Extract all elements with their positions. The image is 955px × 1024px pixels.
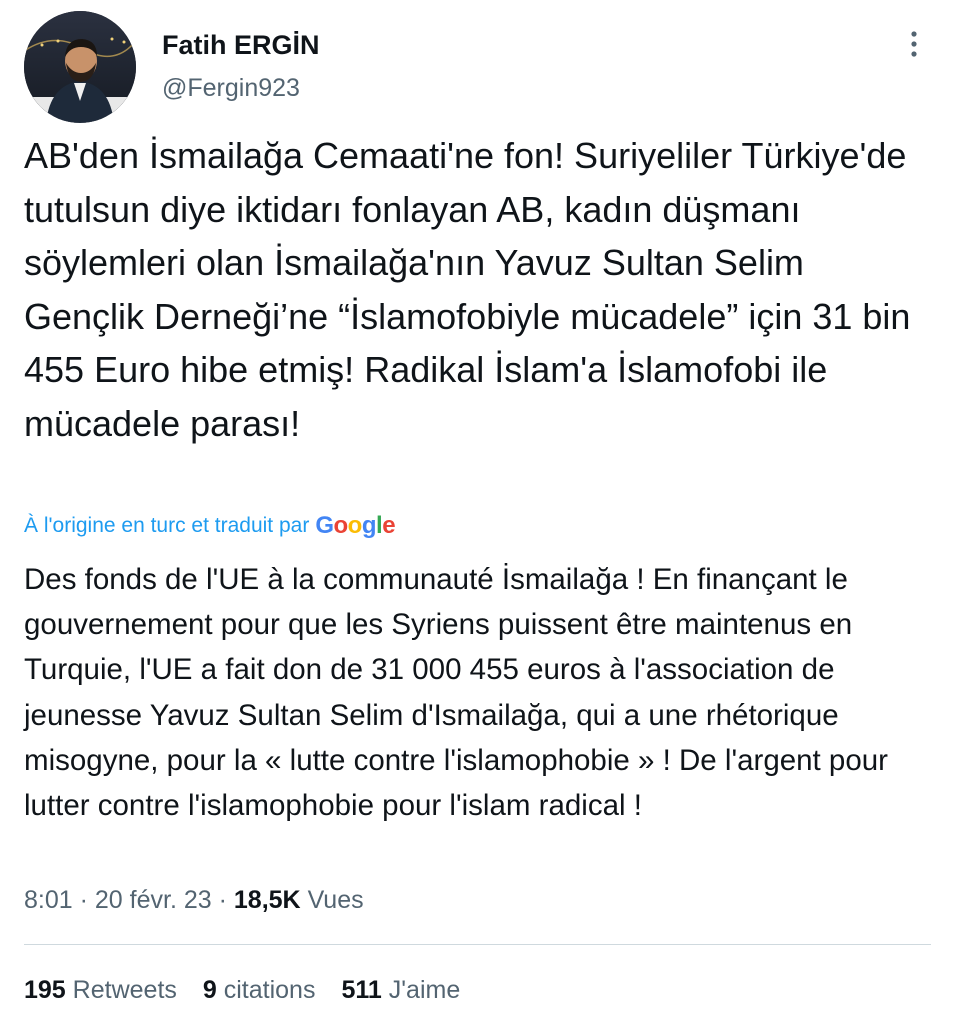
quotes-stat[interactable]: 9 citations [203, 976, 316, 1005]
likes-count: 511 [341, 976, 382, 1004]
likes-label: J'aime [388, 976, 461, 1004]
tweet-text: AB'den İsmailağa Cemaati'ne fon! Suriyel… [24, 135, 911, 444]
retweets-label: Retweets [72, 976, 177, 1004]
engagement-stats: 195 Retweets 9 citations 511 J'aime [24, 976, 460, 1005]
retweets-stat[interactable]: 195 Retweets [24, 976, 177, 1005]
likes-stat[interactable]: 511 J'aime [341, 976, 460, 1005]
views-label: Vues [307, 886, 364, 914]
avatar-photo [24, 11, 136, 123]
translated-text: Des fonds de l'UE à la communauté İsmail… [24, 563, 888, 823]
meta-separator: · [218, 886, 227, 914]
avatar[interactable] [24, 11, 136, 123]
translation-label[interactable]: À l'origine en turc et traduit par [24, 514, 309, 538]
more-vertical-icon [911, 31, 917, 57]
tweet-date[interactable]: 20 févr. 23 [95, 886, 212, 914]
google-logo: Google [315, 512, 396, 539]
divider [24, 944, 931, 945]
more-options-button[interactable] [900, 26, 928, 62]
translation-attribution[interactable]: À l'origine en turc et traduit par Googl… [24, 510, 396, 542]
tweet-meta: 8:01 · 20 févr. 23 · 18,5K Vues [24, 886, 364, 915]
retweets-count: 195 [24, 976, 66, 1004]
meta-separator: · [79, 886, 88, 914]
tweet-time[interactable]: 8:01 [24, 886, 73, 914]
quotes-label: citations [223, 976, 316, 1004]
display-name[interactable]: Fatih ERGİN [162, 30, 320, 61]
user-handle[interactable]: @Fergin923 [162, 74, 300, 103]
views-count: 18,5K [233, 886, 301, 914]
quotes-count: 9 [202, 976, 217, 1004]
